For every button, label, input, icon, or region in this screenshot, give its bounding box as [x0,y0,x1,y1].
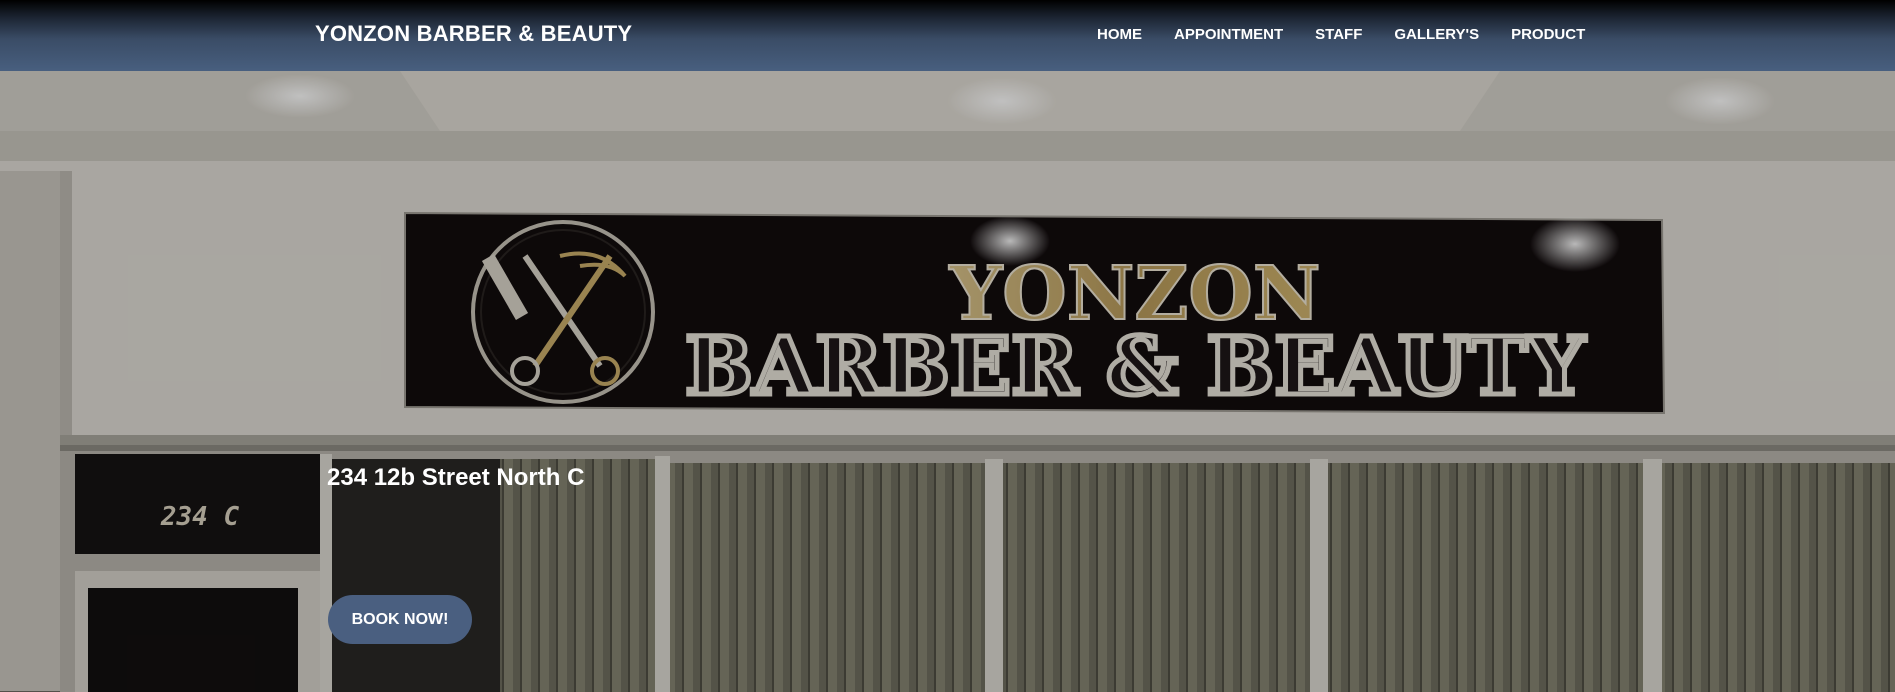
hero-dark-overlay [0,71,1895,692]
store-address: 234 12b Street North C [327,464,585,491]
nav-gallery-link[interactable]: GALLERY'S [1394,26,1479,43]
top-navbar: YONZON BARBER & BEAUTY HOME APPOINTMENT … [0,0,1895,71]
book-now-button[interactable]: BOOK NOW! [328,595,472,644]
hero-section: YONZON BARBER & BEAUTY 234 C 234 12b Str… [0,71,1895,692]
site-brand-link[interactable]: YONZON BARBER & BEAUTY [315,21,632,47]
nav-home-link[interactable]: HOME [1097,26,1142,43]
nav-product-link[interactable]: PRODUCT [1511,26,1585,43]
nav-appointment-link[interactable]: APPOINTMENT [1174,26,1283,43]
main-nav: HOME APPOINTMENT STAFF GALLERY'S PRODUCT [1097,26,1585,43]
nav-staff-link[interactable]: STAFF [1315,26,1362,43]
